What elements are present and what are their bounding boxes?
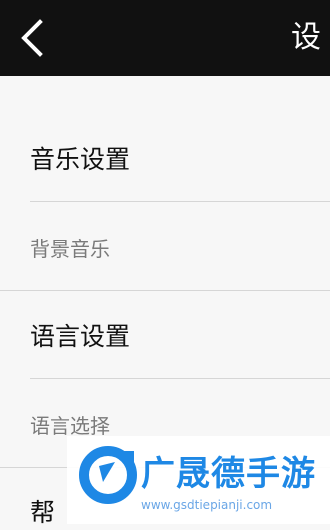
back-button[interactable] (12, 18, 52, 58)
watermark-url: www.gsdtiepianji.com (141, 498, 273, 512)
section-divider (0, 290, 330, 291)
page-title: 设 (291, 20, 321, 55)
top-bar: 设 (0, 0, 330, 76)
background-music-item[interactable]: 背景音乐 (30, 235, 110, 263)
section-title-music: 音乐设置 (30, 145, 131, 174)
watermark: 广晟德手游 www.gsdtiepianji.com (67, 436, 330, 524)
divider (30, 201, 330, 202)
chevron-left-icon (21, 19, 43, 57)
watermark-name: 广晟德手游 (141, 454, 316, 494)
section-title-help: 帮 (30, 498, 56, 527)
section-title-language: 语言设置 (30, 322, 131, 351)
logo-icon (79, 446, 137, 504)
divider (30, 378, 330, 379)
